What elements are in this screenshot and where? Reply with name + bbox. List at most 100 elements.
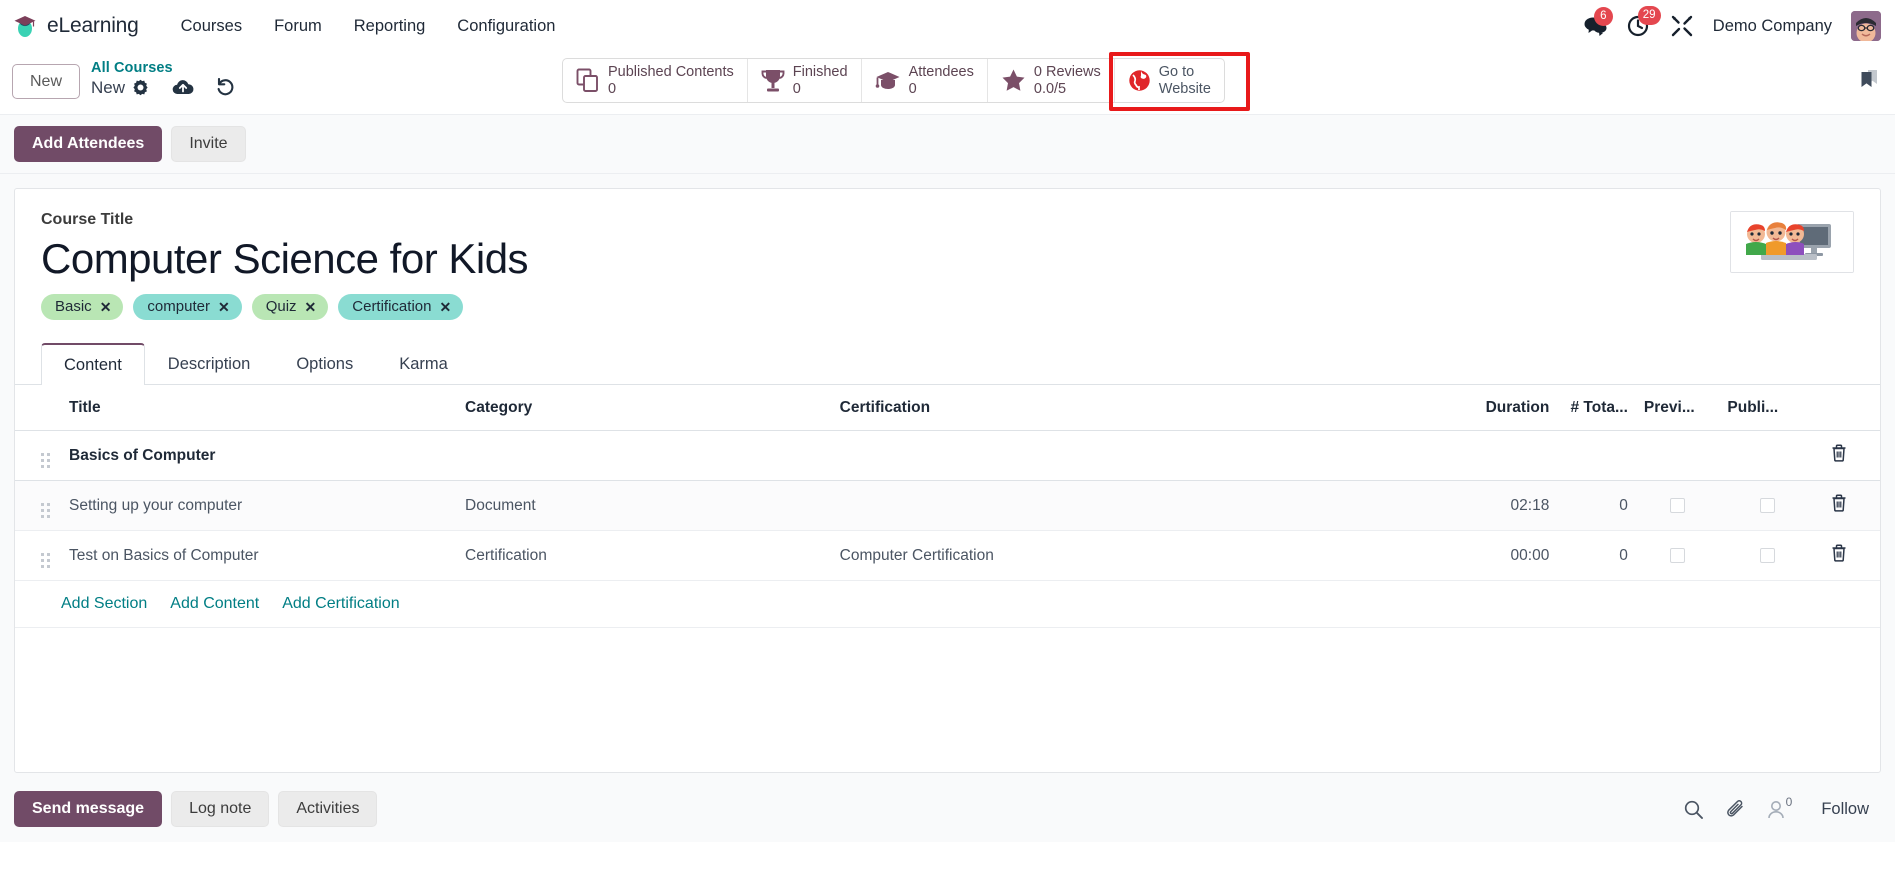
- published-checkbox[interactable]: [1760, 498, 1776, 514]
- cell-category[interactable]: Document: [457, 480, 832, 532]
- column-header-total[interactable]: # Tota...: [1557, 385, 1636, 432]
- cell-delete: [1815, 480, 1880, 532]
- form-sheet-wrapper: Course Title Computer Science for Kids B…: [0, 174, 1895, 778]
- nav-item-reporting[interactable]: Reporting: [338, 11, 442, 42]
- table-body: Basics of Computer Setting up your compu…: [15, 430, 1880, 582]
- search-icon[interactable]: [1684, 800, 1703, 819]
- brand-home-link[interactable]: eLearning: [12, 13, 139, 39]
- table-header: Title Category Certification Duration # …: [15, 385, 1880, 432]
- tag-remove-icon[interactable]: ✕: [305, 299, 317, 315]
- tag-basic[interactable]: Basic ✕: [41, 294, 124, 321]
- trash-icon[interactable]: [1831, 444, 1847, 462]
- trash-icon[interactable]: [1831, 494, 1847, 512]
- drag-handle-icon[interactable]: [41, 553, 50, 569]
- trash-icon[interactable]: [1831, 544, 1847, 562]
- stat-label: Finished: [792, 63, 848, 80]
- company-menu[interactable]: Demo Company: [1713, 17, 1832, 36]
- table-row[interactable]: Test on Basics of Computer Certification…: [15, 530, 1880, 582]
- cell-certification[interactable]: [831, 430, 1432, 482]
- column-header-certification[interactable]: Certification: [831, 385, 1432, 432]
- cell-title[interactable]: Test on Basics of Computer: [61, 530, 458, 582]
- invite-button[interactable]: Invite: [171, 126, 246, 162]
- tab-content[interactable]: Content: [41, 343, 145, 386]
- breadcrumb-parent-all-courses[interactable]: All Courses: [91, 60, 235, 77]
- tag-remove-icon[interactable]: ✕: [100, 299, 112, 315]
- column-header-duration[interactable]: Duration: [1431, 385, 1558, 432]
- tag-label: computer: [147, 298, 210, 316]
- messages-badge: 6: [1593, 7, 1613, 26]
- cell-category[interactable]: [457, 430, 832, 482]
- column-header-category[interactable]: Category: [457, 385, 832, 432]
- add-certification-link[interactable]: Add Certification: [282, 595, 399, 613]
- drag-handle-icon[interactable]: [41, 503, 50, 519]
- activities-button[interactable]: 29: [1627, 6, 1661, 38]
- graduation-cap-icon: [875, 69, 901, 93]
- cell-title[interactable]: Basics of Computer: [61, 430, 458, 482]
- cell-title[interactable]: Setting up your computer: [61, 480, 458, 532]
- table-row[interactable]: Setting up your computer Document 02:18 …: [15, 480, 1880, 532]
- stat-button-reviews[interactable]: 0 Reviews 0.0/5: [988, 59, 1115, 102]
- cell-total[interactable]: [1557, 430, 1636, 482]
- messages-button[interactable]: 6: [1583, 7, 1613, 37]
- cell-certification[interactable]: Computer Certification: [831, 530, 1432, 582]
- control-panel: New All Courses New Published Contents 0…: [0, 52, 1895, 114]
- tag-computer[interactable]: computer ✕: [133, 294, 242, 321]
- log-note-button[interactable]: Log note: [171, 791, 270, 827]
- add-content-link[interactable]: Add Content: [170, 595, 259, 613]
- course-image[interactable]: [1730, 211, 1854, 273]
- cell-duration[interactable]: 02:18: [1431, 480, 1558, 532]
- nav-item-courses[interactable]: Courses: [165, 11, 258, 42]
- tab-karma[interactable]: Karma: [376, 343, 471, 385]
- followers-button[interactable]: 0: [1767, 795, 1792, 819]
- nav-item-forum[interactable]: Forum: [258, 11, 338, 42]
- column-header-preview[interactable]: Previ...: [1635, 385, 1720, 432]
- stat-button-attendees[interactable]: Attendees 0: [862, 59, 988, 102]
- nav-item-configuration[interactable]: Configuration: [441, 11, 571, 42]
- drag-handle-icon[interactable]: [41, 453, 50, 469]
- paperclip-icon[interactable]: [1725, 799, 1745, 819]
- cell-delete: [1815, 530, 1880, 582]
- globe-icon: [1128, 69, 1151, 92]
- cell-duration[interactable]: 00:00: [1431, 530, 1558, 582]
- table-row[interactable]: Basics of Computer: [15, 430, 1880, 482]
- cloud-upload-icon[interactable]: [172, 79, 194, 96]
- tag-quiz[interactable]: Quiz ✕: [251, 294, 329, 321]
- stat-button-published-contents[interactable]: Published Contents 0: [563, 59, 748, 102]
- followers-count: 0: [1785, 795, 1793, 809]
- send-message-button[interactable]: Send message: [14, 791, 163, 827]
- tag-certification[interactable]: Certification ✕: [338, 294, 464, 321]
- bookmark-icon[interactable]: [1857, 66, 1881, 90]
- user-avatar[interactable]: [1851, 11, 1881, 41]
- cell-total[interactable]: 0: [1557, 480, 1636, 532]
- form-sheet: Course Title Computer Science for Kids B…: [14, 188, 1881, 773]
- tab-description[interactable]: Description: [145, 343, 274, 385]
- stat-button-go-to-website[interactable]: Go to Website: [1108, 52, 1250, 111]
- tab-options[interactable]: Options: [273, 343, 376, 385]
- undo-discard-icon[interactable]: [216, 78, 235, 96]
- main-nav: Courses Forum Reporting Configuration: [165, 11, 572, 42]
- cell-total[interactable]: 0: [1557, 530, 1636, 582]
- cell-category[interactable]: Certification: [457, 530, 832, 582]
- add-section-link[interactable]: Add Section: [61, 595, 147, 613]
- cell-preview: [1635, 480, 1720, 532]
- developer-tools-button[interactable]: [1670, 14, 1694, 38]
- preview-checkbox[interactable]: [1670, 498, 1686, 514]
- stat-value: 0: [792, 80, 801, 97]
- cell-certification[interactable]: [831, 480, 1432, 532]
- stat-button-finished[interactable]: Finished 0: [748, 59, 862, 102]
- add-attendees-button[interactable]: Add Attendees: [14, 126, 163, 162]
- preview-checkbox[interactable]: [1670, 548, 1686, 564]
- tag-remove-icon[interactable]: ✕: [218, 299, 230, 315]
- chatter-tools: 0 Follow: [1684, 795, 1877, 823]
- tag-label: Certification: [352, 298, 432, 316]
- column-header-published[interactable]: Publi...: [1719, 385, 1816, 432]
- column-header-title[interactable]: Title: [61, 385, 458, 432]
- course-title-input[interactable]: Computer Science for Kids: [41, 235, 1854, 282]
- new-record-button[interactable]: New: [12, 64, 81, 100]
- gear-icon[interactable]: [132, 79, 149, 96]
- published-checkbox[interactable]: [1760, 548, 1776, 564]
- follow-button[interactable]: Follow: [1813, 796, 1877, 823]
- tag-remove-icon[interactable]: ✕: [439, 299, 451, 315]
- cell-duration[interactable]: [1431, 430, 1558, 482]
- activities-button[interactable]: Activities: [278, 791, 378, 827]
